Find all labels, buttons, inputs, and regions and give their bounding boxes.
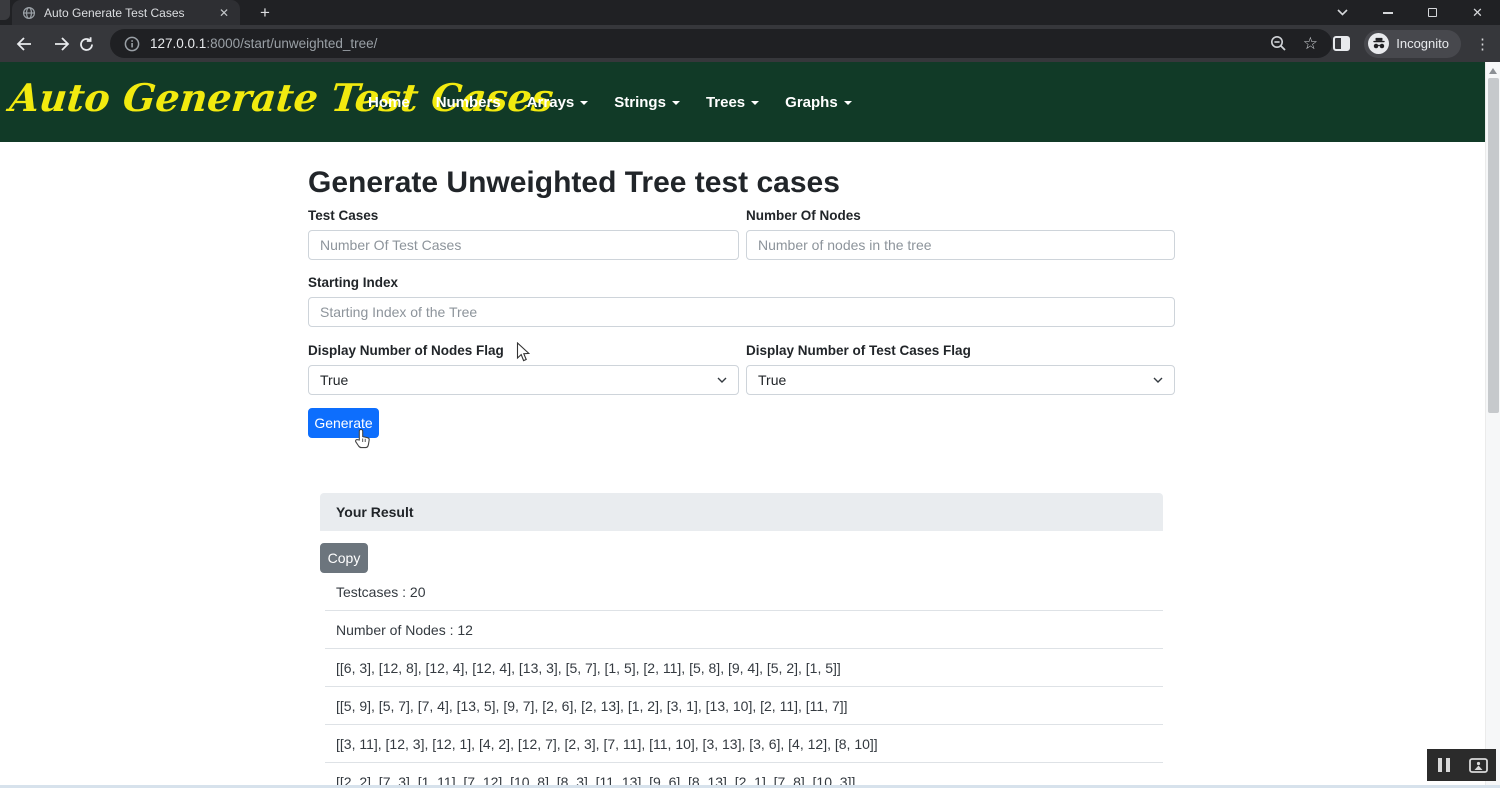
nav-item-home[interactable]: Home xyxy=(368,94,410,111)
address-bar[interactable]: 127.0.0.1:8000/start/unweighted_tree/ ☆ xyxy=(110,29,1332,58)
forward-button[interactable] xyxy=(50,32,74,56)
nav-item-numbers[interactable]: Numbers xyxy=(436,94,501,111)
site-info-icon[interactable] xyxy=(124,36,140,52)
incognito-label: Incognito xyxy=(1396,36,1449,51)
caret-down-icon xyxy=(844,101,852,105)
bookmark-star-icon[interactable]: ☆ xyxy=(1303,35,1318,52)
pause-icon xyxy=(1438,758,1450,772)
window-maximize-button[interactable] xyxy=(1410,0,1455,25)
caret-down-icon xyxy=(672,101,680,105)
starting-index-input[interactable] xyxy=(308,297,1175,327)
page-title: Generate Unweighted Tree test cases xyxy=(308,166,840,200)
nav-item-trees[interactable]: Trees xyxy=(706,94,759,111)
recording-control-overlay xyxy=(1427,749,1496,781)
scrollbar-thumb[interactable] xyxy=(1488,78,1499,413)
side-panel-icon[interactable] xyxy=(1333,36,1350,51)
result-row-edges-3: [[3, 11], [12, 3], [12, 1], [4, 2], [12,… xyxy=(325,725,1163,763)
display-testcases-flag-select[interactable]: True xyxy=(746,365,1175,395)
test-cases-input[interactable] xyxy=(308,230,739,260)
caret-down-icon xyxy=(751,101,759,105)
display-nodes-flag-label: Display Number of Nodes Flag xyxy=(308,343,504,358)
result-row-edges-2: [[5, 9], [5, 7], [7, 4], [13, 5], [9, 7]… xyxy=(325,687,1163,725)
back-button[interactable] xyxy=(12,32,36,56)
nav-item-arrays[interactable]: Arrays xyxy=(527,94,589,111)
result-row-testcases: Testcases : 20 xyxy=(325,573,1163,611)
page-content: Generate Unweighted Tree test cases Test… xyxy=(0,142,1485,788)
result-row-number-of-nodes: Number of Nodes : 12 xyxy=(325,611,1163,649)
pause-recording-button[interactable] xyxy=(1427,749,1462,781)
new-tab-button[interactable]: + xyxy=(254,2,276,24)
favicon-globe-icon xyxy=(22,6,36,20)
browser-tab-bar: Auto Generate Test Cases ✕ + ✕ xyxy=(0,0,1500,25)
page-scrollbar[interactable] xyxy=(1485,62,1500,788)
display-testcases-flag-label: Display Number of Test Cases Flag xyxy=(746,343,971,358)
result-header: Your Result xyxy=(320,493,1163,531)
tab-search-chevron-icon[interactable] xyxy=(1320,0,1365,25)
nav-item-strings[interactable]: Strings xyxy=(614,94,680,111)
browser-toolbar: 127.0.0.1:8000/start/unweighted_tree/ ☆ … xyxy=(0,25,1500,62)
result-list: Testcases : 20 Number of Nodes : 12 [[6,… xyxy=(320,573,1163,788)
nav-links: Home Numbers Arrays Strings Trees Graphs xyxy=(368,62,852,142)
site-navbar: Auto Generate Test Cases Home Numbers Ar… xyxy=(0,62,1485,142)
tab-close-icon[interactable]: ✕ xyxy=(216,6,232,20)
tab-title: Auto Generate Test Cases xyxy=(44,6,216,20)
window-edge-fragment xyxy=(0,0,10,20)
display-nodes-flag-select[interactable]: True xyxy=(308,365,739,395)
nav-item-graphs[interactable]: Graphs xyxy=(785,94,852,111)
chevron-down-icon xyxy=(1153,377,1163,383)
window-minimize-button[interactable] xyxy=(1365,0,1410,25)
url-text: 127.0.0.1:8000/start/unweighted_tree/ xyxy=(150,36,377,51)
test-cases-label: Test Cases xyxy=(308,208,378,223)
generate-button[interactable]: Generate xyxy=(308,408,379,438)
starting-index-label: Starting Index xyxy=(308,275,398,290)
zoom-out-icon[interactable] xyxy=(1270,35,1287,52)
screenshot-button[interactable] xyxy=(1462,749,1497,781)
caret-down-icon xyxy=(580,101,588,105)
incognito-icon xyxy=(1368,33,1389,54)
number-of-nodes-label: Number Of Nodes xyxy=(746,208,861,223)
reload-button[interactable] xyxy=(74,32,98,56)
browser-tab[interactable]: Auto Generate Test Cases ✕ xyxy=(12,0,240,25)
result-row-edges-1: [[6, 3], [12, 8], [12, 4], [12, 4], [13,… xyxy=(325,649,1163,687)
copy-button[interactable]: Copy xyxy=(320,543,368,573)
incognito-badge[interactable]: Incognito xyxy=(1364,30,1461,58)
chevron-down-icon xyxy=(717,377,727,383)
window-close-button[interactable]: ✕ xyxy=(1455,0,1500,25)
picture-icon xyxy=(1469,758,1488,773)
scrollbar-up-arrow-icon[interactable] xyxy=(1489,68,1497,74)
url-path: :8000/start/unweighted_tree/ xyxy=(206,36,377,51)
number-of-nodes-input[interactable] xyxy=(746,230,1175,260)
browser-menu-icon[interactable]: ⋮ xyxy=(1475,35,1490,53)
url-host: 127.0.0.1 xyxy=(150,36,206,51)
